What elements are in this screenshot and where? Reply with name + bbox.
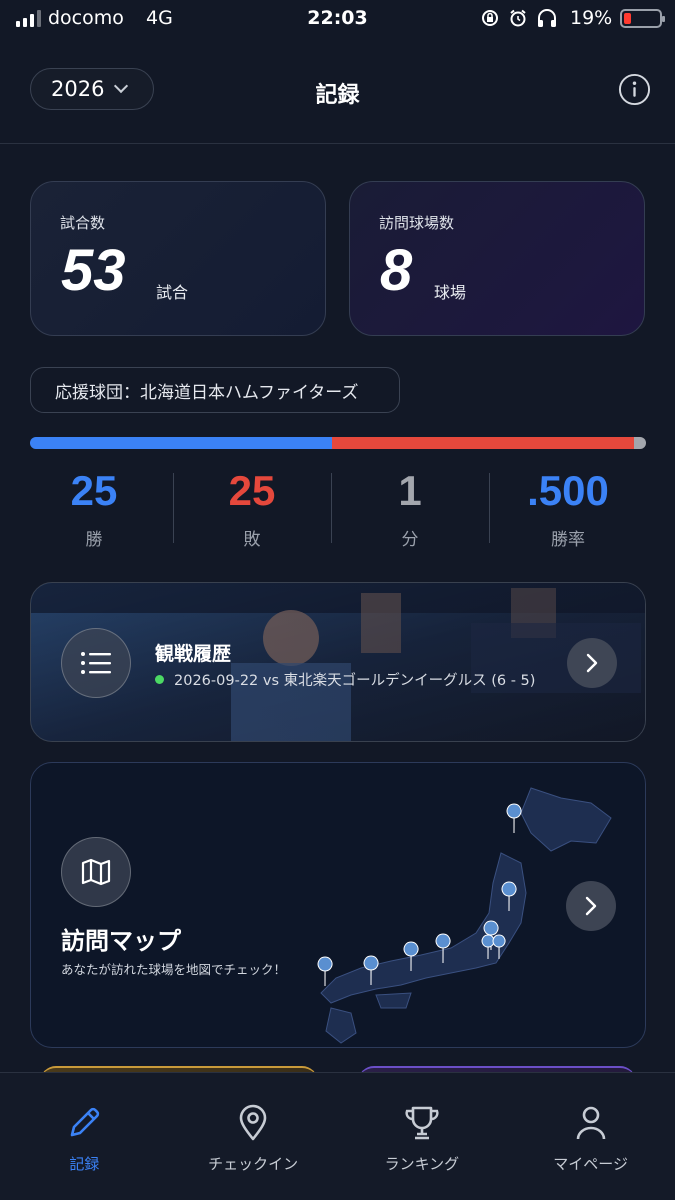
status-icons <box>480 8 558 28</box>
losses-value: 25 <box>228 467 276 514</box>
watch-history-card[interactable]: 観戦履歴 2026-09-22 vs 東北楽天ゴールデンイーグルス (6 - 5… <box>30 582 646 742</box>
draws-value: 1 <box>398 467 422 514</box>
nav-mypage-label: マイページ <box>553 1155 628 1173</box>
app-header: 2026 記録 <box>0 40 675 144</box>
headphones-icon <box>538 9 556 27</box>
draws-stat: 1 分 <box>331 465 489 550</box>
chevron-right-icon <box>586 653 598 673</box>
nav-record[interactable]: 記録 <box>0 1073 169 1200</box>
nav-checkin-label: チェックイン <box>208 1155 299 1173</box>
latest-game: 2026-09-22 vs 東北楽天ゴールデンイーグルス (6 - 5) <box>155 669 535 690</box>
page-title: 記録 <box>315 83 360 108</box>
person-icon <box>569 1101 613 1145</box>
trophy-icon <box>400 1101 444 1145</box>
pencil-icon <box>62 1101 106 1145</box>
battery-percent: 19% <box>570 7 613 29</box>
history-title: 観戦履歴 <box>155 643 232 665</box>
status-dot-icon <box>155 675 164 684</box>
map-icon <box>61 837 131 907</box>
battery-icon <box>620 9 665 28</box>
visit-map-card[interactable]: 訪問マップ あなたが訪れた球場を地図でチェック！ <box>30 762 646 1048</box>
status-bar: docomo 4G 22:03 19% <box>0 0 675 40</box>
latest-game-text: 2026-09-22 vs 東北楽天ゴールデンイーグルス (6 - 5) <box>174 673 536 689</box>
wins-label: 勝 <box>85 530 103 550</box>
wins-stat: 25 勝 <box>15 465 173 550</box>
win-rate-label: 勝率 <box>551 530 585 550</box>
parks-count-label: 訪問球場数 <box>379 214 455 232</box>
nav-ranking[interactable]: ランキング <box>338 1073 507 1200</box>
games-count-label: 試合数 <box>60 214 106 232</box>
parks-count-value: 8 <box>380 238 413 303</box>
losses-stat: 25 敗 <box>173 465 331 550</box>
nav-checkin[interactable]: チェックイン <box>169 1073 338 1200</box>
history-open-button[interactable] <box>567 638 617 688</box>
alarm-icon <box>510 9 526 27</box>
games-count-card: 試合数 53 試合 <box>30 181 326 336</box>
games-count-unit: 試合 <box>156 283 189 302</box>
record-stats: 25 勝 25 敗 1 分 .500 勝率 <box>15 465 647 550</box>
favorite-team-chip[interactable]: 応援球団：北海道日本ハムファイターズ <box>30 367 400 413</box>
rotation-lock-icon <box>482 10 498 26</box>
nav-mypage[interactable]: マイページ <box>506 1073 675 1200</box>
losses-label: 敗 <box>243 530 261 550</box>
favorite-team-label: 応援球団：北海道日本ハムファイターズ <box>55 382 359 403</box>
parks-count-unit: 球場 <box>434 283 467 302</box>
map-subtitle: あなたが訪れた球場を地図でチェック！ <box>61 962 287 977</box>
games-count-value: 53 <box>61 238 126 303</box>
win-rate-stat: .500 勝率 <box>489 465 647 550</box>
win-loss-bar <box>30 437 646 449</box>
chevron-right-icon <box>585 896 597 916</box>
nav-ranking-label: ランキング <box>384 1155 460 1173</box>
win-rate-value: .500 <box>527 467 609 514</box>
nav-record-label: 記録 <box>69 1155 100 1173</box>
map-title: 訪問マップ <box>61 927 181 955</box>
win-segment <box>30 437 332 449</box>
draw-segment <box>633 437 646 449</box>
info-icon[interactable] <box>618 73 651 106</box>
loss-segment <box>331 437 634 449</box>
location-pin-icon <box>231 1101 275 1145</box>
parks-count-card: 訪問球場数 8 球場 <box>349 181 645 336</box>
wins-value: 25 <box>70 467 118 514</box>
japan-map <box>317 787 612 1044</box>
bottom-nav: 記録 チェックイン ランキング マイページ <box>0 1072 675 1200</box>
draws-label: 分 <box>401 530 419 550</box>
list-icon <box>61 628 131 698</box>
map-open-button[interactable] <box>566 881 616 931</box>
